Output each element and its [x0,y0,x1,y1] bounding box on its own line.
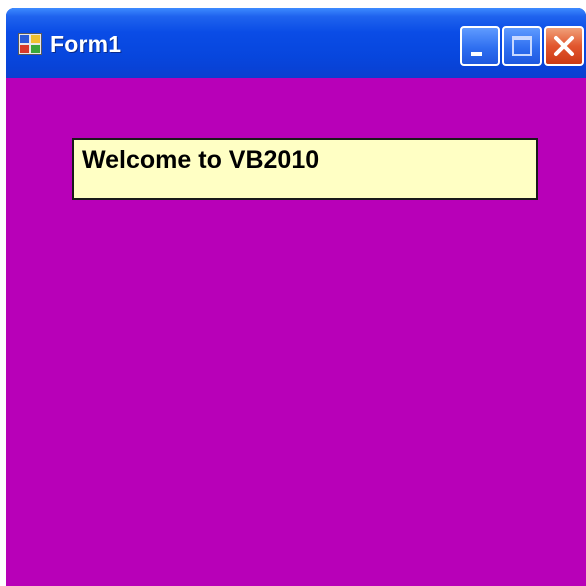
form-app-icon[interactable] [18,33,42,55]
close-button[interactable] [544,26,584,66]
title-bar[interactable]: Form1 [6,8,586,78]
maximize-icon [512,36,532,56]
welcome-label-text: Welcome to VB2010 [82,146,320,174]
window-title: Form1 [50,31,122,57]
maximize-button[interactable] [502,26,542,66]
welcome-label: Welcome to VB2010 [72,138,538,200]
form-client-area: Welcome to VB2010 [6,78,586,586]
minimize-button[interactable] [460,26,500,66]
form-window: Form1 Welcome to VB2010 [6,8,586,586]
minimize-icon [471,52,482,56]
close-icon [554,36,574,56]
